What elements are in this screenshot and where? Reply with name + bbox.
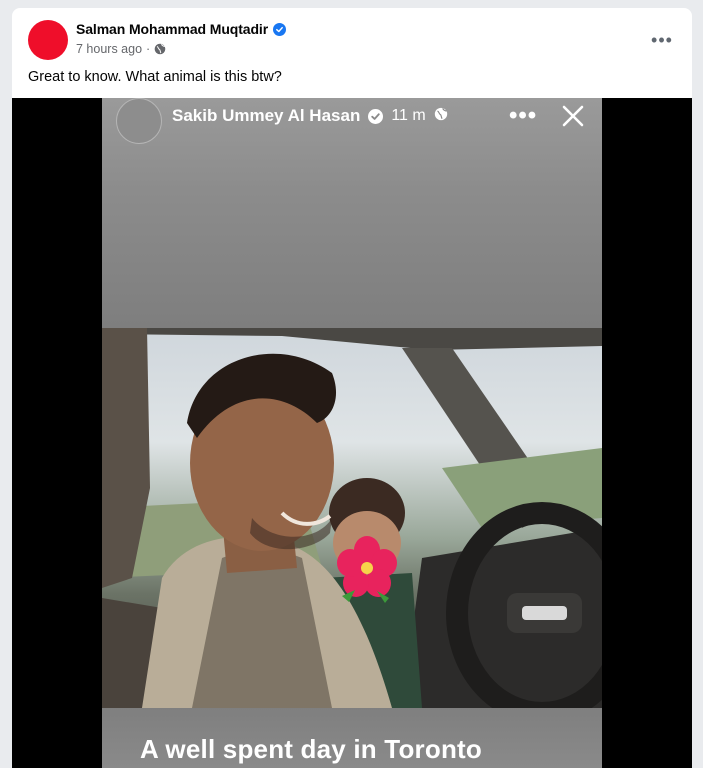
post-time[interactable]: 7 hours ago	[76, 42, 142, 56]
story-photo	[102, 328, 602, 708]
post-meta: 7 hours ago ·	[76, 42, 166, 56]
story-author-name: Sakib Ummey Al Hasan	[172, 106, 361, 125]
author-avatar[interactable]	[28, 20, 68, 60]
post-header: Salman Mohammad Muqtadir 7 hours ago · •…	[12, 8, 692, 98]
story-top-area	[102, 98, 602, 328]
story-verified-icon	[368, 108, 384, 124]
story-screenshot: Sakib Ummey Al Hasan 11 m ••• A well spe…	[102, 98, 602, 768]
more-options-icon[interactable]: •••	[644, 22, 680, 58]
verified-badge-icon	[273, 22, 287, 36]
post-card: Salman Mohammad Muqtadir 7 hours ago · •…	[12, 8, 692, 768]
meta-separator: ·	[146, 42, 151, 56]
story-globe-icon	[434, 107, 448, 126]
story-caption: A well spent day in Toronto	[140, 734, 482, 764]
post-media[interactable]: Sakib Ummey Al Hasan 11 m ••• A well spe…	[12, 98, 692, 768]
story-author-avatar	[116, 98, 162, 144]
story-time: 11 m	[391, 107, 426, 124]
story-close-icon	[561, 104, 585, 133]
author-name[interactable]: Salman Mohammad Muqtadir	[76, 21, 268, 37]
author-line: Salman Mohammad Muqtadir	[76, 21, 287, 37]
post-text: Great to know. What animal is this btw?	[28, 69, 282, 85]
story-header: Sakib Ummey Al Hasan 11 m	[172, 106, 448, 126]
story-more-icon: •••	[509, 102, 538, 129]
globe-icon	[154, 43, 166, 55]
